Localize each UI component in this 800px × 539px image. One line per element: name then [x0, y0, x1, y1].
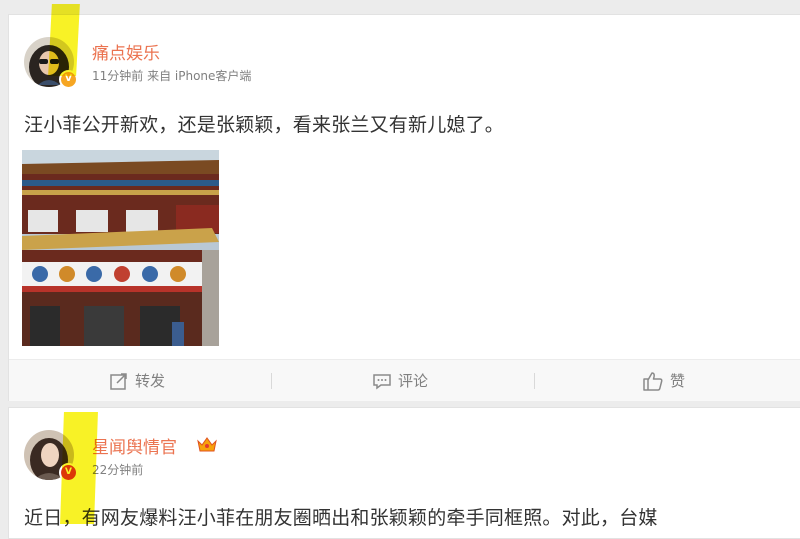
author-name[interactable]: 痛点娱乐: [92, 39, 160, 64]
temple-photo: [22, 150, 219, 346]
comment-icon: [373, 373, 391, 389]
like-button[interactable]: 赞: [642, 360, 685, 401]
highlight-mark: [60, 412, 98, 524]
repost-button[interactable]: 转发: [109, 360, 165, 401]
comment-label: 评论: [398, 372, 429, 390]
post-text: 汪小菲公开新欢，还是张颖颖，看来张兰又有新儿媳了。: [24, 114, 505, 136]
like-icon: [643, 371, 663, 391]
like-label: 赞: [670, 372, 686, 390]
comment-button[interactable]: 评论: [372, 360, 428, 401]
repost-icon: [110, 372, 127, 390]
post-text: 近日，有网友爆料汪小菲在朋友圈晒出和张颖颖的牵手同框照。对此，台媒: [24, 507, 658, 529]
post-image[interactable]: [22, 150, 219, 346]
highlight-mark: [48, 4, 80, 76]
post-meta: 22分钟前: [92, 463, 144, 477]
weibo-post-card: V 痛点娱乐 11分钟前 来自 iPhone客户端 汪小菲公开新欢，还是张颖颖，…: [8, 14, 800, 401]
weibo-post-card: V 星闻舆情官 22分钟前 近日，有网友爆料汪小菲在朋友圈晒出和张颖颖的牵手同框…: [8, 407, 800, 539]
crown-icon: [197, 437, 217, 452]
author-name[interactable]: 星闻舆情官: [92, 433, 177, 458]
post-action-bar: 转发 评论 赞: [9, 359, 800, 401]
divider: [534, 373, 535, 389]
repost-label: 转发: [135, 372, 166, 390]
post-meta: 11分钟前 来自 iPhone客户端: [92, 69, 252, 83]
divider: [271, 373, 272, 389]
